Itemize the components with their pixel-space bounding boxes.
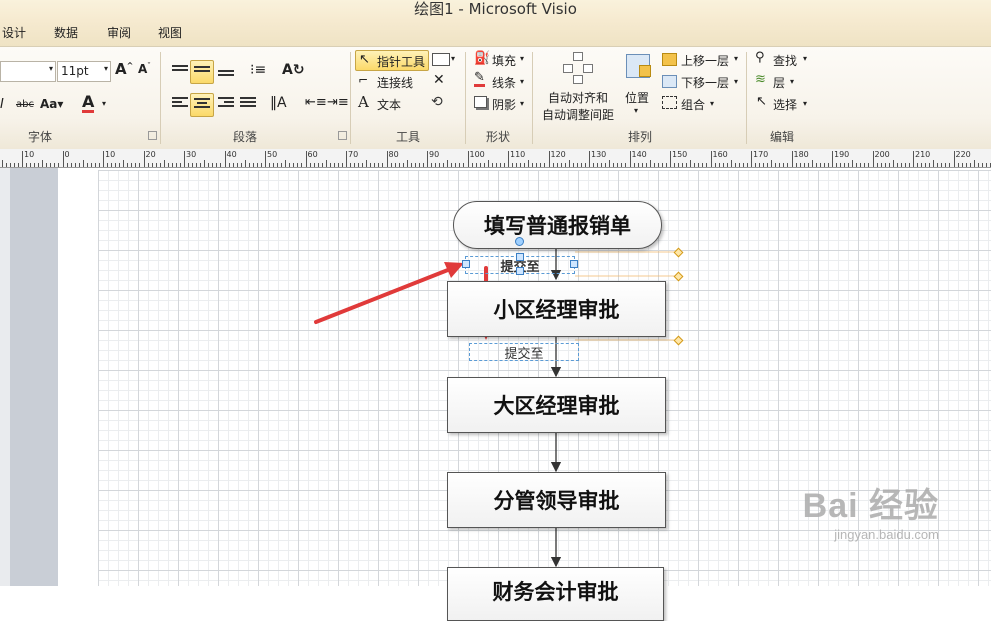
flow-step-3[interactable]: 分管领导审批	[447, 472, 666, 528]
watermark-url: jingyan.baidu.com	[834, 527, 939, 542]
annotation-arrow	[314, 264, 460, 324]
flow-step-4[interactable]: 财务会计审批	[447, 567, 664, 621]
flow-step-1[interactable]: 小区经理审批	[447, 281, 666, 337]
flow-step-2[interactable]: 大区经理审批	[447, 377, 666, 433]
selection-handle[interactable]	[516, 267, 524, 275]
rotation-handle[interactable]	[515, 237, 524, 246]
watermark: Bai 经验 jingyan.baidu.com	[803, 478, 939, 542]
watermark-brand: Bai 经验	[802, 487, 939, 525]
selection-handle[interactable]	[516, 253, 524, 261]
flow-terminator-start[interactable]: 填写普通报销单	[453, 201, 662, 249]
selection-handle[interactable]	[462, 260, 470, 268]
selection-handle[interactable]	[570, 260, 578, 268]
connector-label[interactable]: 提交至	[469, 343, 579, 362]
